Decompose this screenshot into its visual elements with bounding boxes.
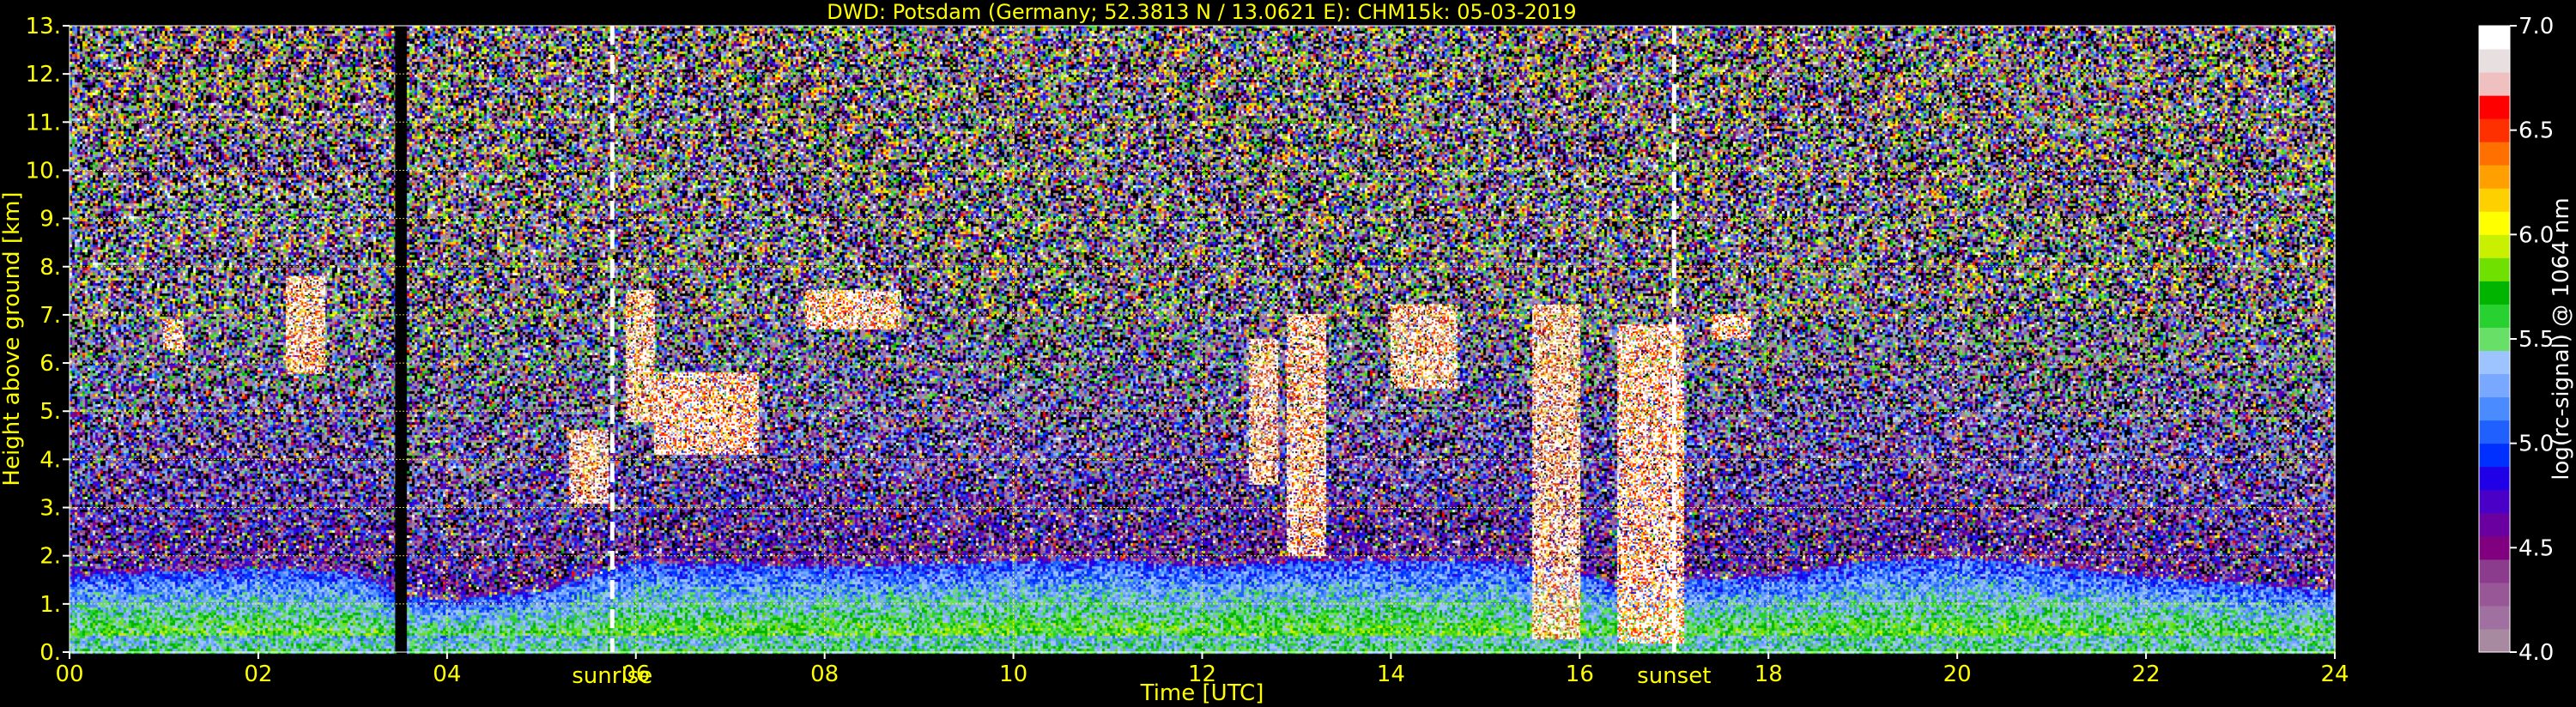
colorbar-segment bbox=[2479, 72, 2510, 96]
x-tick-label: 16 bbox=[1566, 662, 1594, 687]
y-tick-label: 6. bbox=[39, 351, 61, 377]
x-tick-label: 02 bbox=[244, 662, 272, 687]
colorbar-segment bbox=[2479, 396, 2510, 421]
x-tick-label: 00 bbox=[55, 662, 83, 687]
y-tick-label: 10. bbox=[26, 158, 61, 184]
colorbar-segment bbox=[2479, 165, 2510, 189]
y-tick-label: 8. bbox=[39, 255, 61, 281]
x-tick-label: 04 bbox=[433, 662, 461, 687]
colorbar-segment bbox=[2479, 281, 2510, 305]
chart: sunrise sunset 0.1.2.3.4.5.6.7.8.9.10.11.… bbox=[0, 0, 2574, 706]
colorbar-segment bbox=[2479, 466, 2510, 491]
x-tick-label: 14 bbox=[1377, 662, 1405, 687]
y-axis-label: Height above ground [km] bbox=[0, 191, 25, 486]
y-tick-label: 13. bbox=[26, 14, 61, 39]
colorbar-segment bbox=[2479, 234, 2510, 258]
colorbar-tick-label: 7.0 bbox=[2518, 14, 2554, 39]
y-tick-label: 11. bbox=[26, 110, 61, 136]
y-tick-label: 9. bbox=[39, 207, 61, 233]
colorbar-tick-label: 4.5 bbox=[2518, 535, 2554, 561]
colorbar-segment bbox=[2479, 350, 2510, 375]
colorbar-ticks: 4.04.55.05.56.06.57.0 bbox=[2510, 14, 2554, 666]
event-label-sunset: sunset bbox=[1637, 663, 1711, 689]
colorbar-tick-label: 6.5 bbox=[2518, 118, 2554, 144]
colorbar-segment bbox=[2479, 559, 2510, 583]
y-tick-label: 3. bbox=[39, 496, 61, 522]
colorbar-segment bbox=[2479, 95, 2510, 119]
colorbar-segment bbox=[2479, 420, 2510, 444]
y-tick-label: 12. bbox=[26, 62, 61, 88]
colorbar-segment bbox=[2479, 489, 2510, 514]
colorbar-segment bbox=[2479, 49, 2510, 73]
colorbar-segment bbox=[2479, 373, 2510, 398]
x-tick-label: 22 bbox=[2132, 662, 2161, 687]
y-tick-label: 1. bbox=[39, 592, 61, 618]
x-axis-label: Time [UTC] bbox=[1140, 680, 1264, 706]
grid bbox=[69, 25, 2336, 653]
y-tick-label: 5. bbox=[39, 399, 61, 425]
colorbar-segment bbox=[2479, 26, 2510, 50]
colorbar-segment bbox=[2479, 443, 2510, 468]
colorbar-segment bbox=[2479, 118, 2510, 142]
x-tick-label: 08 bbox=[810, 662, 839, 687]
colorbar-segment bbox=[2479, 582, 2510, 607]
event-lines: sunrise sunset bbox=[572, 26, 1711, 689]
colorbar-tick-label: 4.0 bbox=[2518, 640, 2554, 666]
colorbar-segment bbox=[2479, 605, 2510, 630]
colorbar-segment bbox=[2479, 304, 2510, 328]
colorbar-segment bbox=[2479, 188, 2510, 212]
y-tick-label: 7. bbox=[39, 303, 61, 329]
x-tick-label: 18 bbox=[1755, 662, 1783, 687]
x-tick-label: 24 bbox=[2320, 662, 2349, 687]
colorbar bbox=[2478, 25, 2511, 653]
colorbar-segment bbox=[2479, 327, 2510, 352]
colorbar-segment bbox=[2479, 257, 2510, 281]
colorbar-segment bbox=[2479, 535, 2510, 560]
chart-title: DWD: Potsdam (Germany; 52.3813 N / 13.06… bbox=[827, 0, 1576, 24]
y-tick-label: 2. bbox=[39, 544, 61, 570]
x-tick-label: 20 bbox=[1943, 662, 1972, 687]
colorbar-segment bbox=[2479, 512, 2510, 537]
colorbar-segment bbox=[2479, 211, 2510, 235]
x-tick-label: 06 bbox=[621, 662, 650, 687]
x-tick-label: 10 bbox=[999, 662, 1027, 687]
colorbar-segment bbox=[2479, 142, 2510, 166]
y-tick-label: 4. bbox=[39, 447, 61, 473]
colorbar-label: log(rc-signal) @ 1064 nm bbox=[2549, 197, 2574, 480]
colorbar-segment bbox=[2479, 628, 2510, 653]
y-axis-ticks: 0.1.2.3.4.5.6.7.8.9.10.11.12.13. bbox=[26, 14, 70, 666]
